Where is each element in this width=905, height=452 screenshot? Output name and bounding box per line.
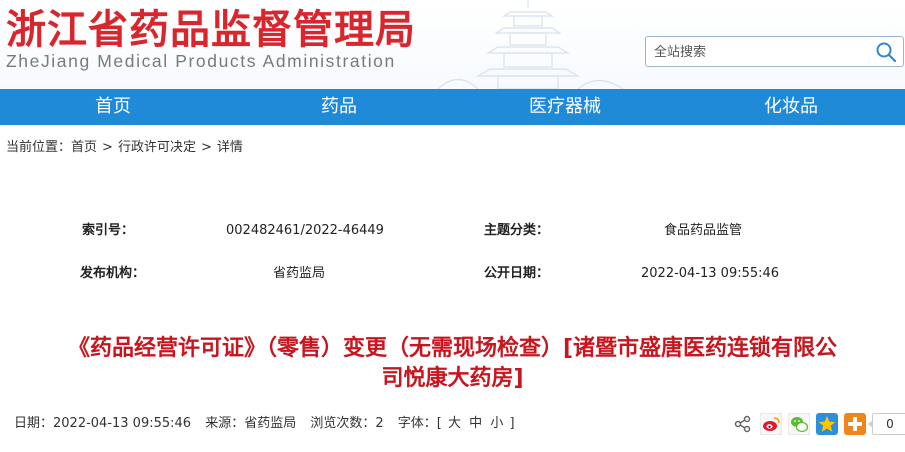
article-source: 来源：省药监局 — [205, 416, 297, 431]
publish-date-value: 2022-04-13 09:55:46 — [641, 266, 780, 281]
share-count: 0 — [868, 413, 905, 435]
weibo-icon[interactable] — [760, 413, 782, 435]
font-size-medium[interactable]: 中 — [469, 416, 482, 431]
font-size-bracket: ] — [509, 416, 515, 431]
search-input[interactable] — [654, 41, 864, 63]
share-icon[interactable] — [732, 413, 754, 435]
nav-item-home[interactable]: 首页 — [0, 89, 226, 125]
site-header: 浙江省药品监督管理局 ZheJiang Medical Products Adm… — [0, 0, 905, 89]
font-size-small[interactable]: 小 — [490, 416, 503, 431]
search-box — [645, 36, 904, 67]
search-icon[interactable] — [875, 41, 897, 63]
publishing-org-label: 发布机构： — [80, 266, 146, 281]
breadcrumb-prefix: 当前位置： — [6, 140, 72, 155]
publishing-org-value: 省药监局 — [273, 266, 326, 281]
article-title-line-2: 司悦康大药房] — [381, 366, 524, 391]
topic-category-value: 食品药品监管 — [664, 223, 743, 238]
more-share-icon[interactable] — [844, 413, 866, 435]
publish-date-label: 公开日期： — [484, 266, 550, 281]
site-logo-title[interactable]: 浙江省药品监督管理局 — [6, 6, 416, 54]
breadcrumb: 当前位置：首页 > 行政许可决定 > 详情 — [6, 140, 243, 156]
breadcrumb-separator: > — [102, 140, 113, 155]
breadcrumb-current: 详情 — [216, 140, 243, 155]
nav-item-medical-devices[interactable]: 医疗器械 — [452, 89, 678, 125]
wechat-icon[interactable] — [788, 413, 810, 435]
font-size-label: 字体：[ — [397, 416, 442, 431]
article-info-bar: 日期：2022-04-13 09:55:46 来源：省药监局 浏览次数：2 字体… — [14, 416, 515, 432]
breadcrumb-licensing-link[interactable]: 行政许可决定 — [118, 140, 196, 155]
breadcrumb-home-link[interactable]: 首页 — [71, 140, 97, 155]
article-date: 日期：2022-04-13 09:55:46 — [14, 416, 192, 431]
main-nav: 首页 药品 医疗器械 化妆品 — [0, 89, 905, 125]
nav-item-cosmetics[interactable]: 化妆品 — [678, 89, 904, 125]
article-title: 《药品经营许可证》（零售）变更（无需现场检查）[诸暨市盛唐医药连锁有限公 司悦康… — [0, 334, 905, 394]
breadcrumb-separator: > — [200, 140, 212, 155]
font-size-large[interactable]: 大 — [448, 416, 461, 431]
nav-item-drugs[interactable]: 药品 — [226, 89, 452, 125]
index-number-label: 索引号： — [82, 223, 135, 238]
article-title-line-1: 《药品经营许可证》（零售）变更（无需现场检查）[诸暨市盛唐医药连锁有限公 — [67, 336, 838, 361]
site-logo-subtitle: ZheJiang Medical Products Administration — [6, 51, 396, 71]
article-views: 浏览次数：2 — [310, 416, 384, 431]
qzone-icon[interactable] — [816, 413, 838, 435]
topic-category-label: 主题分类： — [484, 223, 550, 238]
index-number-value: 002482461/2022-46449 — [226, 223, 384, 238]
pagoda-watermark-icon — [437, 0, 624, 89]
share-bar: 0 — [732, 412, 905, 436]
